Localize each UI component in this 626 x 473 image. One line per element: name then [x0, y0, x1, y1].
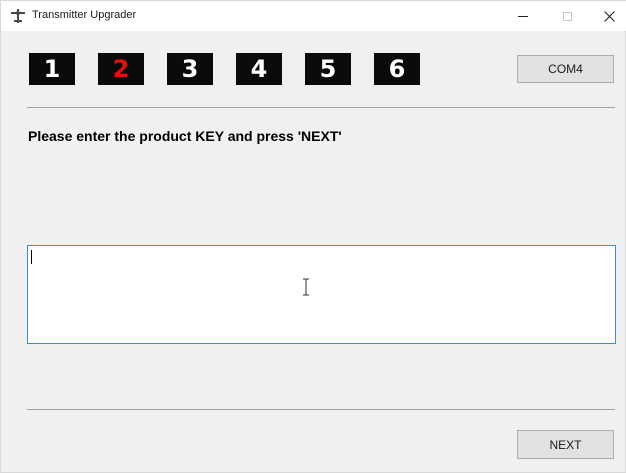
- step-2-indicator: 2: [98, 53, 144, 85]
- step-5-indicator: 5: [305, 53, 351, 85]
- app-window: Transmitter Upgrader 1 2 3 4 5 6 COM4 Pl…: [0, 0, 626, 473]
- step-4-indicator: 4: [236, 53, 282, 85]
- minimize-icon: [518, 15, 528, 17]
- minimize-button[interactable]: [503, 1, 543, 31]
- close-button[interactable]: [591, 1, 626, 31]
- title-bar[interactable]: Transmitter Upgrader: [1, 1, 626, 31]
- close-icon: [603, 10, 615, 22]
- airplane-icon: [11, 9, 25, 23]
- step-1-indicator: 1: [29, 53, 75, 85]
- window-title: Transmitter Upgrader: [32, 9, 137, 21]
- com-port-button[interactable]: COM4: [517, 55, 614, 83]
- next-button[interactable]: NEXT: [517, 430, 614, 459]
- top-divider: [27, 107, 615, 108]
- instruction-text: Please enter the product KEY and press '…: [28, 128, 342, 144]
- step-3-indicator: 3: [167, 53, 213, 85]
- bottom-divider: [27, 409, 615, 410]
- ibeam-cursor-icon: [303, 278, 309, 296]
- maximize-icon: [562, 11, 572, 21]
- maximize-button[interactable]: [547, 1, 587, 31]
- product-key-input[interactable]: [27, 245, 616, 344]
- text-caret: [31, 250, 32, 264]
- step-6-indicator: 6: [374, 53, 420, 85]
